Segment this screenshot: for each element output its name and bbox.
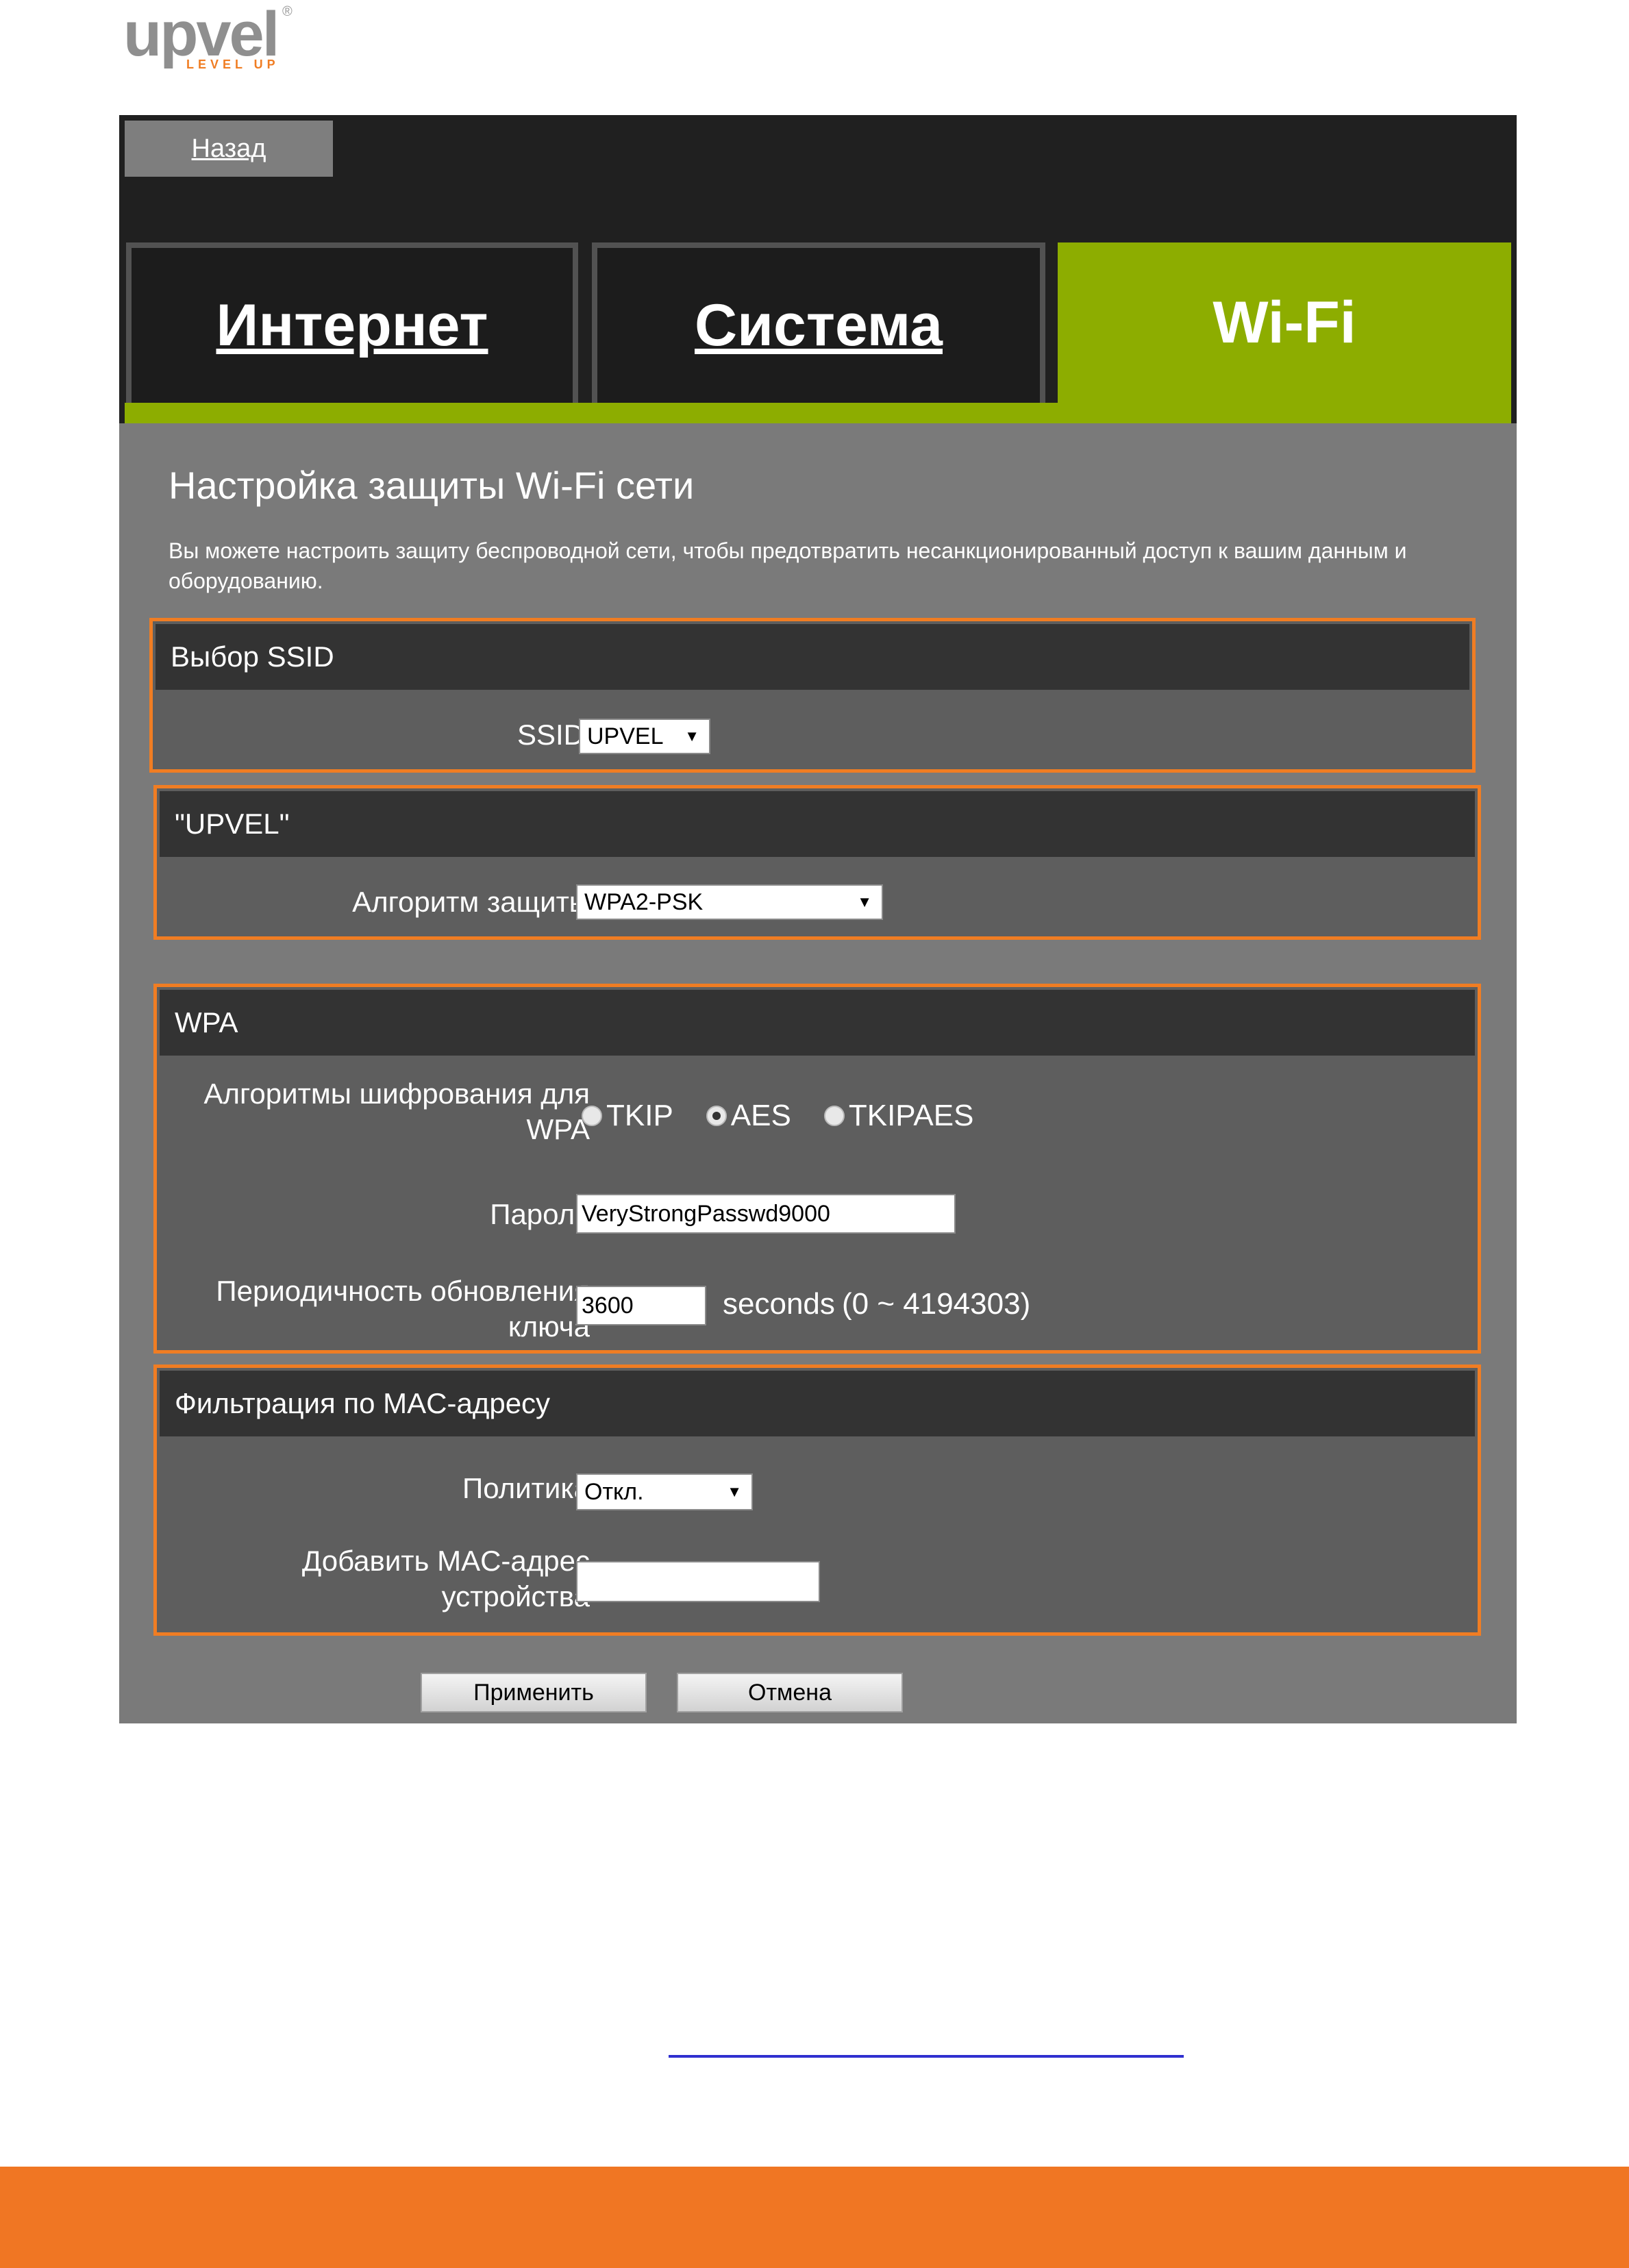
mac-filter-section-header: Фильтрация по MAC-адресу	[160, 1371, 1475, 1436]
dropdown-arrow-icon: ▼	[857, 893, 872, 910]
radio-aes[interactable]	[706, 1106, 727, 1126]
dropdown-arrow-icon: ▼	[684, 727, 699, 745]
cipher-option-tkip[interactable]: TKIP	[582, 1099, 673, 1133]
cipher-radio-group: TKIP AES TKIPAES	[582, 1097, 1006, 1135]
cipher-option-label: TKIP	[606, 1099, 673, 1132]
tab-wifi[interactable]: Wi-Fi	[1058, 242, 1511, 403]
policy-label: Политика	[462, 1472, 590, 1504]
cipher-option-label: TKIPAES	[848, 1099, 974, 1132]
ssid-select[interactable]: UPVEL ▼	[579, 719, 710, 754]
tab-internet[interactable]: Интернет	[126, 242, 578, 403]
ssid-select-value: UPVEL	[587, 723, 664, 749]
wpa-section-header: WPA	[160, 990, 1475, 1056]
back-button[interactable]: Назад	[125, 121, 333, 177]
radio-tkip[interactable]	[582, 1106, 602, 1126]
radio-tkipaes[interactable]	[823, 1106, 845, 1126]
password-input[interactable]	[576, 1194, 956, 1234]
dropdown-arrow-icon: ▼	[727, 1483, 742, 1500]
rekey-interval-input[interactable]	[576, 1286, 706, 1325]
cipher-label: Алгоритмы шифрования для WPA	[203, 1077, 590, 1145]
algorithm-select[interactable]: WPA2-PSK ▼	[576, 884, 883, 920]
logo-word: upvel	[123, 0, 279, 69]
password-label: Пароль	[490, 1198, 590, 1230]
add-mac-label: Добавить MAC-адрес устройства	[301, 1545, 590, 1612]
wpa-section: WPA Алгоритмы шифрования для WPA TKIP AE…	[153, 984, 1481, 1354]
tab-wifi-label: Wi-Fi	[1213, 289, 1356, 356]
cipher-option-aes[interactable]: AES	[706, 1099, 791, 1133]
link-underline[interactable]	[669, 2055, 1184, 2058]
tab-system[interactable]: Система	[592, 242, 1045, 403]
tab-system-label: Система	[695, 292, 943, 358]
ssid-upvel-section: "UPVEL" Алгоритм защиты WPA2-PSK ▼	[153, 785, 1481, 940]
tab-underline	[125, 403, 1511, 423]
router-settings-panel: Назад Интернет Система Wi-Fi Настройка з…	[119, 115, 1517, 1723]
rekey-range: (0 ~ 4194303)	[842, 1287, 1031, 1321]
page-title: Настройка защиты Wi-Fi сети	[169, 464, 695, 507]
rekey-label: Периодичность обновления ключа	[216, 1275, 590, 1343]
ssid-section: Выбор SSID SSID UPVEL ▼	[149, 618, 1476, 773]
policy-select-value: Откл.	[584, 1478, 644, 1505]
footer-bar	[0, 2167, 1629, 2268]
ssid-label: SSID	[517, 719, 584, 751]
tab-internet-label: Интернет	[216, 292, 488, 358]
back-link[interactable]: Назад	[192, 134, 266, 164]
logo-tagline: LEVEL UP	[186, 58, 279, 71]
cancel-button[interactable]: Отмена	[677, 1673, 903, 1712]
mac-filter-section: Фильтрация по MAC-адресу Политика Откл. …	[153, 1364, 1481, 1636]
cipher-option-label: AES	[730, 1099, 791, 1132]
apply-button[interactable]: Применить	[421, 1673, 647, 1712]
logo-registered-mark: ®	[282, 4, 293, 19]
policy-select[interactable]: Откл. ▼	[576, 1473, 753, 1510]
cipher-option-tkipaes[interactable]: TKIPAES	[823, 1099, 974, 1133]
ssid-section-header: Выбор SSID	[156, 624, 1469, 690]
algorithm-label: Алгоритм защиты	[352, 886, 590, 918]
rekey-units: seconds	[723, 1287, 835, 1321]
mac-address-input[interactable]	[576, 1561, 820, 1602]
algorithm-select-value: WPA2-PSK	[584, 888, 704, 915]
page-description: Вы можете настроить защиту беспроводной …	[169, 538, 1407, 593]
upvel-logo: upvel ® LEVEL UP	[123, 3, 301, 71]
ssid-upvel-section-header: "UPVEL"	[160, 791, 1475, 857]
